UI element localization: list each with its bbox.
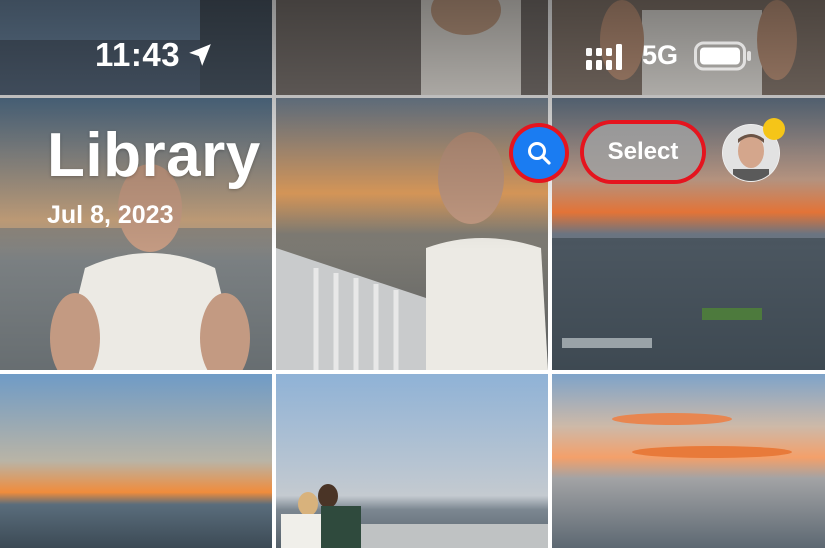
battery-icon <box>694 41 751 71</box>
photo-tile[interactable] <box>552 374 825 548</box>
section-date: Jul 8, 2023 <box>47 201 174 229</box>
status-time: 11:43 <box>95 36 181 73</box>
signal-icon <box>586 44 622 70</box>
notification-dot <box>763 118 785 140</box>
photo-tile[interactable] <box>276 98 548 370</box>
page-title: Library <box>47 121 261 190</box>
search-icon <box>528 142 551 165</box>
location-arrow-icon <box>189 44 211 66</box>
photo-tile[interactable] <box>0 374 272 548</box>
network-type: 5G <box>642 40 679 70</box>
photo-tile[interactable] <box>276 374 548 548</box>
search-button[interactable] <box>513 127 565 179</box>
status-bar: 11:43 5G <box>0 0 825 90</box>
select-button[interactable]: Select <box>584 124 702 180</box>
